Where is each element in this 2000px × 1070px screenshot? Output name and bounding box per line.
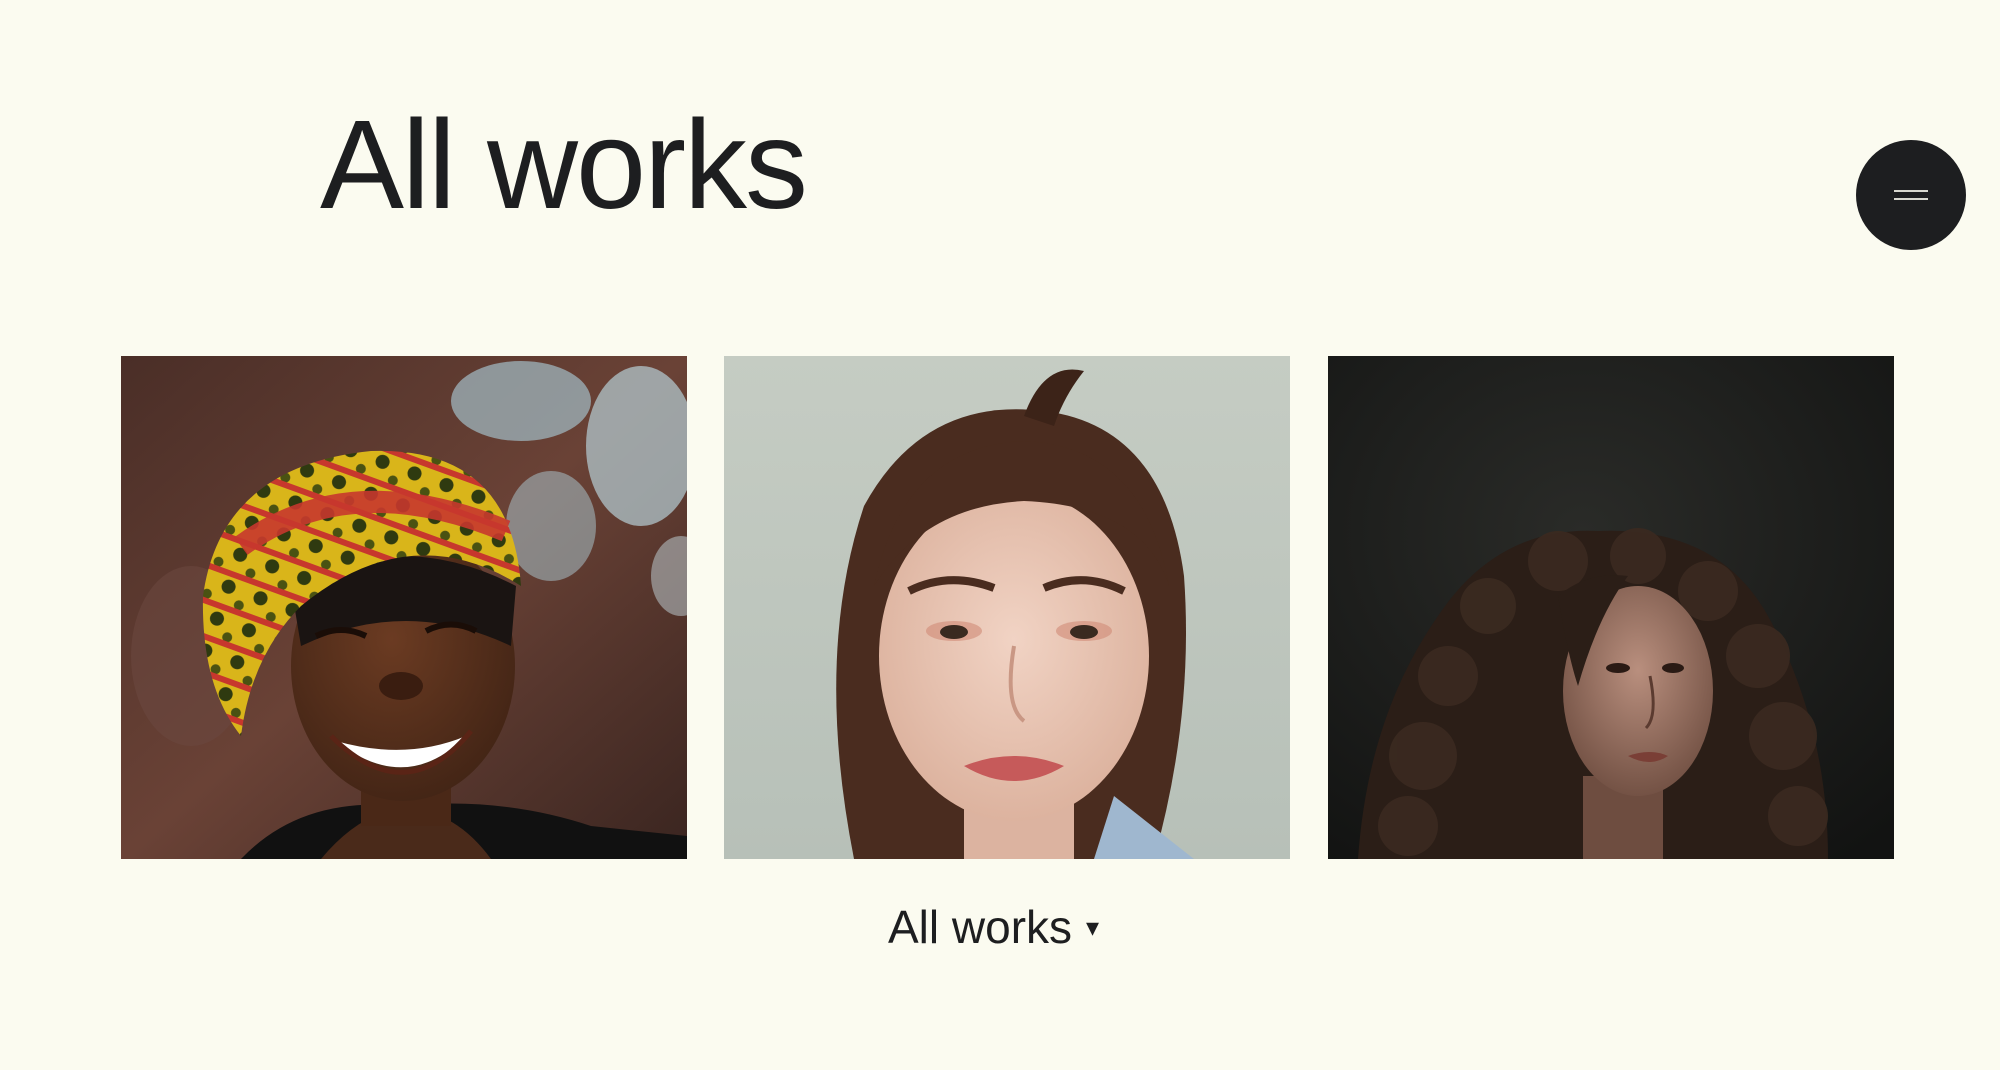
work-card-2[interactable] xyxy=(724,356,1290,859)
works-gallery xyxy=(121,356,1894,859)
portrait-image-1 xyxy=(121,356,687,859)
hamburger-icon xyxy=(1894,190,1928,200)
work-card-1[interactable] xyxy=(121,356,687,859)
menu-button[interactable] xyxy=(1856,140,1966,250)
portrait-image-2 xyxy=(724,356,1290,859)
caret-down-icon: ▾ xyxy=(1086,912,1100,942)
page-title: All works xyxy=(320,94,808,235)
portrait-image-3 xyxy=(1328,356,1894,859)
works-filter-label: All works xyxy=(888,901,1073,953)
work-card-3[interactable] xyxy=(1328,356,1894,859)
works-filter-dropdown[interactable]: All works ▾ xyxy=(888,897,1099,957)
